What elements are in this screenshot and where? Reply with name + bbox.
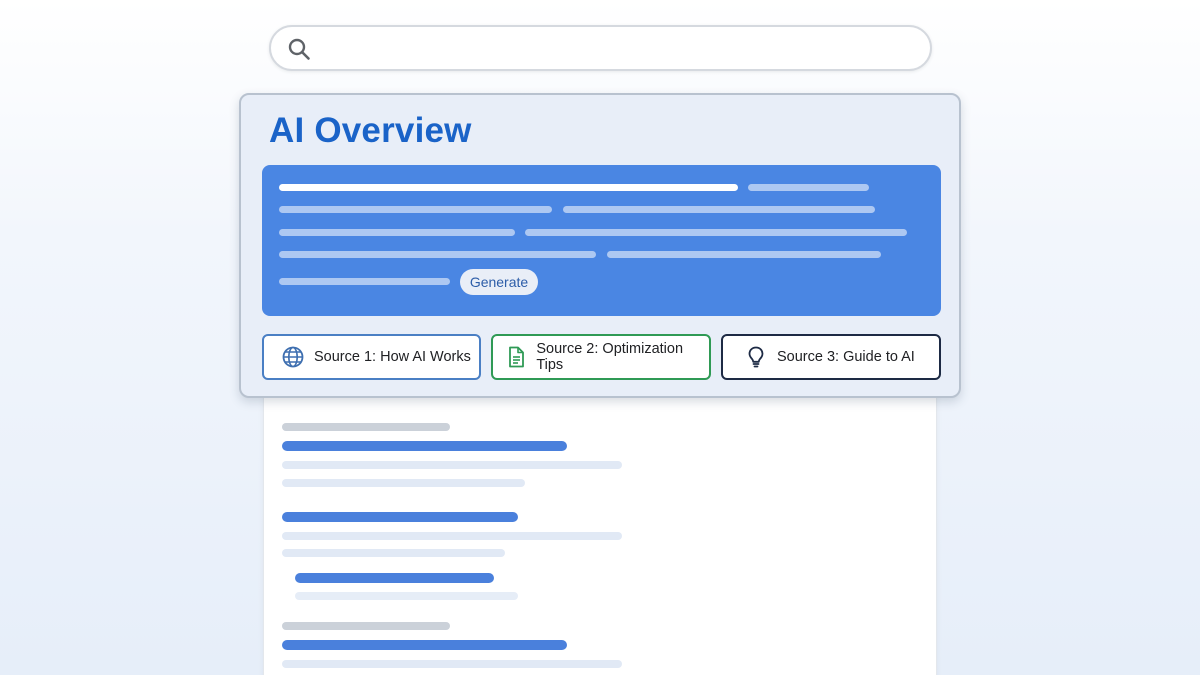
- ai-summary-panel: Generate: [262, 165, 941, 316]
- result-url-placeholder: [282, 622, 450, 630]
- summary-text-line: [279, 206, 552, 213]
- result-snippet-placeholder: [282, 461, 622, 469]
- result-title-placeholder[interactable]: [282, 640, 567, 650]
- result-snippet-placeholder: [295, 592, 518, 600]
- result-snippet-placeholder: [282, 660, 622, 668]
- summary-text-line: [279, 251, 596, 258]
- source-chip-label: Source 3: Guide to AI: [777, 349, 915, 365]
- lightbulb-icon: [743, 344, 769, 370]
- result-sublink-placeholder[interactable]: [295, 573, 494, 583]
- search-icon[interactable]: [287, 37, 311, 61]
- result-snippet-placeholder: [282, 532, 622, 540]
- search-bar[interactable]: [269, 25, 932, 71]
- summary-text-line: [279, 184, 738, 191]
- ai-overview-card: AI Overview Generate Source 1: How AI Wo…: [239, 93, 961, 398]
- source-chip-optimization-tips[interactable]: Source 2: Optimization Tips: [491, 334, 711, 380]
- search-results-list: [263, 385, 937, 675]
- source-chip-label: Source 1: How AI Works: [314, 349, 471, 365]
- result-snippet-placeholder: [282, 479, 525, 487]
- summary-text-line: [279, 278, 450, 285]
- result-title-placeholder[interactable]: [282, 441, 567, 451]
- globe-icon: [280, 344, 306, 370]
- result-snippet-placeholder: [282, 549, 505, 557]
- result-title-placeholder[interactable]: [282, 512, 518, 522]
- source-chip-how-ai-works[interactable]: Source 1: How AI Works: [262, 334, 481, 380]
- document-icon: [503, 344, 528, 370]
- search-input[interactable]: [323, 35, 913, 61]
- summary-text-line: [279, 229, 515, 236]
- summary-text-line: [748, 184, 869, 191]
- source-chip-label: Source 2: Optimization Tips: [536, 341, 684, 373]
- result-url-placeholder: [282, 423, 450, 431]
- summary-text-line: [525, 229, 907, 236]
- summary-text-line: [563, 206, 875, 213]
- generate-button[interactable]: Generate: [460, 269, 538, 295]
- ai-overview-title: AI Overview: [269, 111, 472, 150]
- source-chip-guide-to-ai[interactable]: Source 3: Guide to AI: [721, 334, 941, 380]
- summary-text-line: [607, 251, 881, 258]
